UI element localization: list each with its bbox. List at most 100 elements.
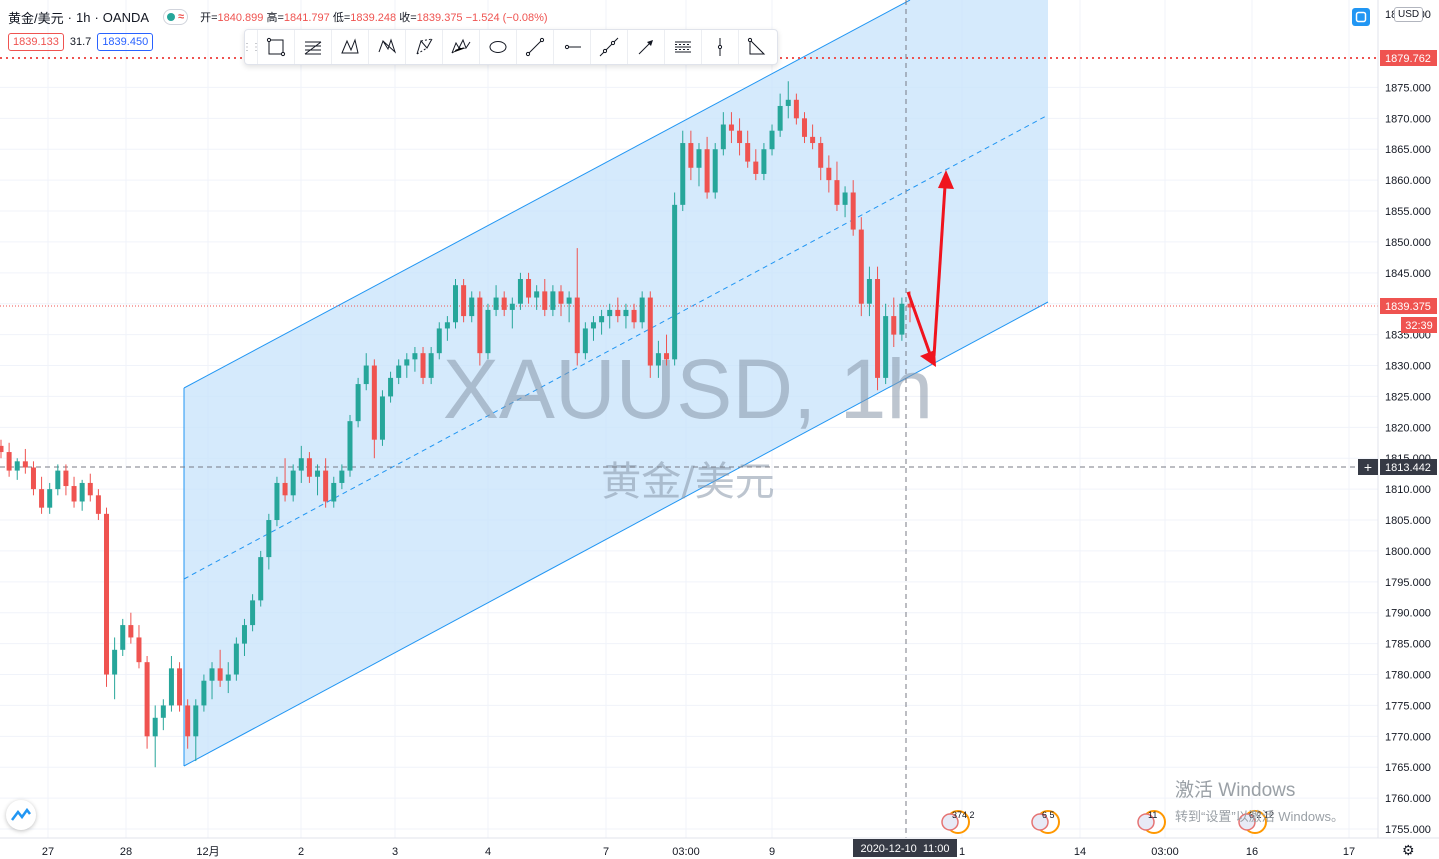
candle-body[interactable]	[412, 353, 418, 360]
candle-body[interactable]	[623, 309, 629, 317]
currency-button[interactable]: USD	[1394, 7, 1424, 22]
candle-body[interactable]	[639, 297, 645, 323]
abcd-pattern-tool-icon[interactable]	[405, 30, 442, 64]
candle-body[interactable]	[436, 328, 442, 354]
candle-body[interactable]	[672, 204, 678, 360]
candle-body[interactable]	[87, 482, 93, 496]
horizontal-ray-tool-icon[interactable]	[553, 30, 590, 64]
candle-body[interactable]	[899, 303, 905, 335]
candle-body[interactable]	[209, 668, 215, 681]
candle-body[interactable]	[420, 353, 426, 378]
candle-body[interactable]	[193, 705, 199, 737]
candle-body[interactable]	[71, 486, 77, 502]
candle-body[interactable]	[737, 130, 743, 144]
candle-body[interactable]	[347, 421, 353, 471]
candle-body[interactable]	[761, 149, 767, 174]
candle-body[interactable]	[152, 717, 158, 737]
candle-body[interactable]	[290, 470, 296, 496]
candle-body[interactable]	[842, 192, 848, 205]
interval-label[interactable]: 1h	[76, 10, 90, 25]
candle-body[interactable]	[818, 143, 824, 168]
candle-body[interactable]	[168, 668, 174, 706]
candle-body[interactable]	[185, 705, 191, 737]
fib-retracement-tool-icon[interactable]	[294, 30, 331, 64]
candle-body[interactable]	[298, 458, 304, 471]
market-status-pill[interactable]: ≈	[163, 9, 189, 25]
candle-body[interactable]	[404, 359, 410, 366]
candle-body[interactable]	[558, 291, 564, 304]
candle-body[interactable]	[120, 625, 126, 650]
candle-body[interactable]	[728, 124, 734, 131]
sell-button[interactable]: 1839.133	[8, 33, 64, 51]
candle-body[interactable]	[509, 303, 515, 310]
candle-body[interactable]	[363, 365, 369, 385]
candle-body[interactable]	[501, 297, 507, 310]
economic-event-marker[interactable]: 6 5	[1031, 810, 1060, 834]
toolbar-drag-handle-icon[interactable]: ⋮⋮	[242, 30, 261, 64]
settings-gear-icon[interactable]: ⚙	[1402, 842, 1415, 859]
candle-body[interactable]	[30, 467, 36, 490]
arrow-tool-icon[interactable]	[627, 30, 664, 64]
candle-body[interactable]	[444, 322, 450, 329]
candle-body[interactable]	[745, 143, 751, 162]
candle-body[interactable]	[566, 297, 572, 304]
economic-event-marker[interactable]: 374 2	[941, 810, 975, 834]
candle-body[interactable]	[0, 445, 4, 453]
candle-body[interactable]	[534, 291, 540, 298]
candle-body[interactable]	[469, 297, 475, 317]
candle-body[interactable]	[396, 365, 402, 378]
candle-body[interactable]	[274, 482, 280, 521]
candle-body[interactable]	[655, 353, 661, 366]
candle-body[interactable]	[112, 649, 118, 675]
parallel-lines-tool-icon[interactable]	[664, 30, 701, 64]
triangle-pattern-tool-icon[interactable]	[738, 30, 775, 64]
candle-body[interactable]	[14, 461, 20, 471]
candle-body[interactable]	[615, 309, 621, 317]
candle-body[interactable]	[875, 279, 881, 378]
rectangle-tool-icon[interactable]	[257, 30, 294, 64]
candle-body[interactable]	[331, 482, 337, 502]
vertical-line-tool-icon[interactable]	[701, 30, 738, 64]
ellipse-tool-icon[interactable]	[479, 30, 516, 64]
candle-body[interactable]	[371, 365, 377, 440]
candle-body[interactable]	[453, 285, 458, 323]
candle-body[interactable]	[850, 192, 856, 230]
candle-body[interactable]	[6, 452, 12, 471]
candle-body[interactable]	[891, 316, 897, 335]
candle-body[interactable]	[233, 643, 239, 675]
candle-body[interactable]	[607, 309, 613, 317]
candle-body[interactable]	[834, 180, 840, 205]
candle-body[interactable]	[720, 124, 726, 150]
candle-body[interactable]	[712, 149, 718, 193]
candle-body[interactable]	[753, 161, 759, 174]
candle-body[interactable]	[315, 470, 321, 477]
candle-body[interactable]	[777, 105, 783, 131]
candle-body[interactable]	[696, 149, 702, 168]
candle-body[interactable]	[266, 520, 272, 558]
tradingview-logo-icon[interactable]	[6, 800, 36, 830]
candle-body[interactable]	[22, 461, 28, 468]
candle-body[interactable]	[355, 384, 361, 422]
candle-body[interactable]	[599, 316, 605, 323]
candle-body[interactable]	[550, 291, 556, 310]
candle-body[interactable]	[810, 136, 816, 144]
symbol-name[interactable]: 黄金/美元	[8, 8, 64, 27]
candle-body[interactable]	[258, 557, 264, 601]
buy-button[interactable]: 1839.450	[97, 33, 154, 51]
candle-body[interactable]	[704, 149, 710, 193]
candle-body[interactable]	[858, 229, 864, 304]
candle-body[interactable]	[680, 143, 686, 205]
candle-body[interactable]	[826, 167, 832, 181]
candle-body[interactable]	[128, 625, 134, 638]
candle-body[interactable]	[461, 285, 467, 317]
extended-line-tool-icon[interactable]	[590, 30, 627, 64]
candle-body[interactable]	[306, 458, 312, 477]
elliott-wave-tool-icon[interactable]	[442, 30, 479, 64]
trend-line-tool-icon[interactable]	[516, 30, 553, 64]
screenshot-icon[interactable]	[1352, 8, 1370, 26]
candle-body[interactable]	[104, 513, 110, 675]
candle-body[interactable]	[647, 297, 653, 366]
candle-body[interactable]	[282, 482, 288, 496]
candle-body[interactable]	[379, 396, 385, 440]
candle-body[interactable]	[95, 495, 101, 514]
